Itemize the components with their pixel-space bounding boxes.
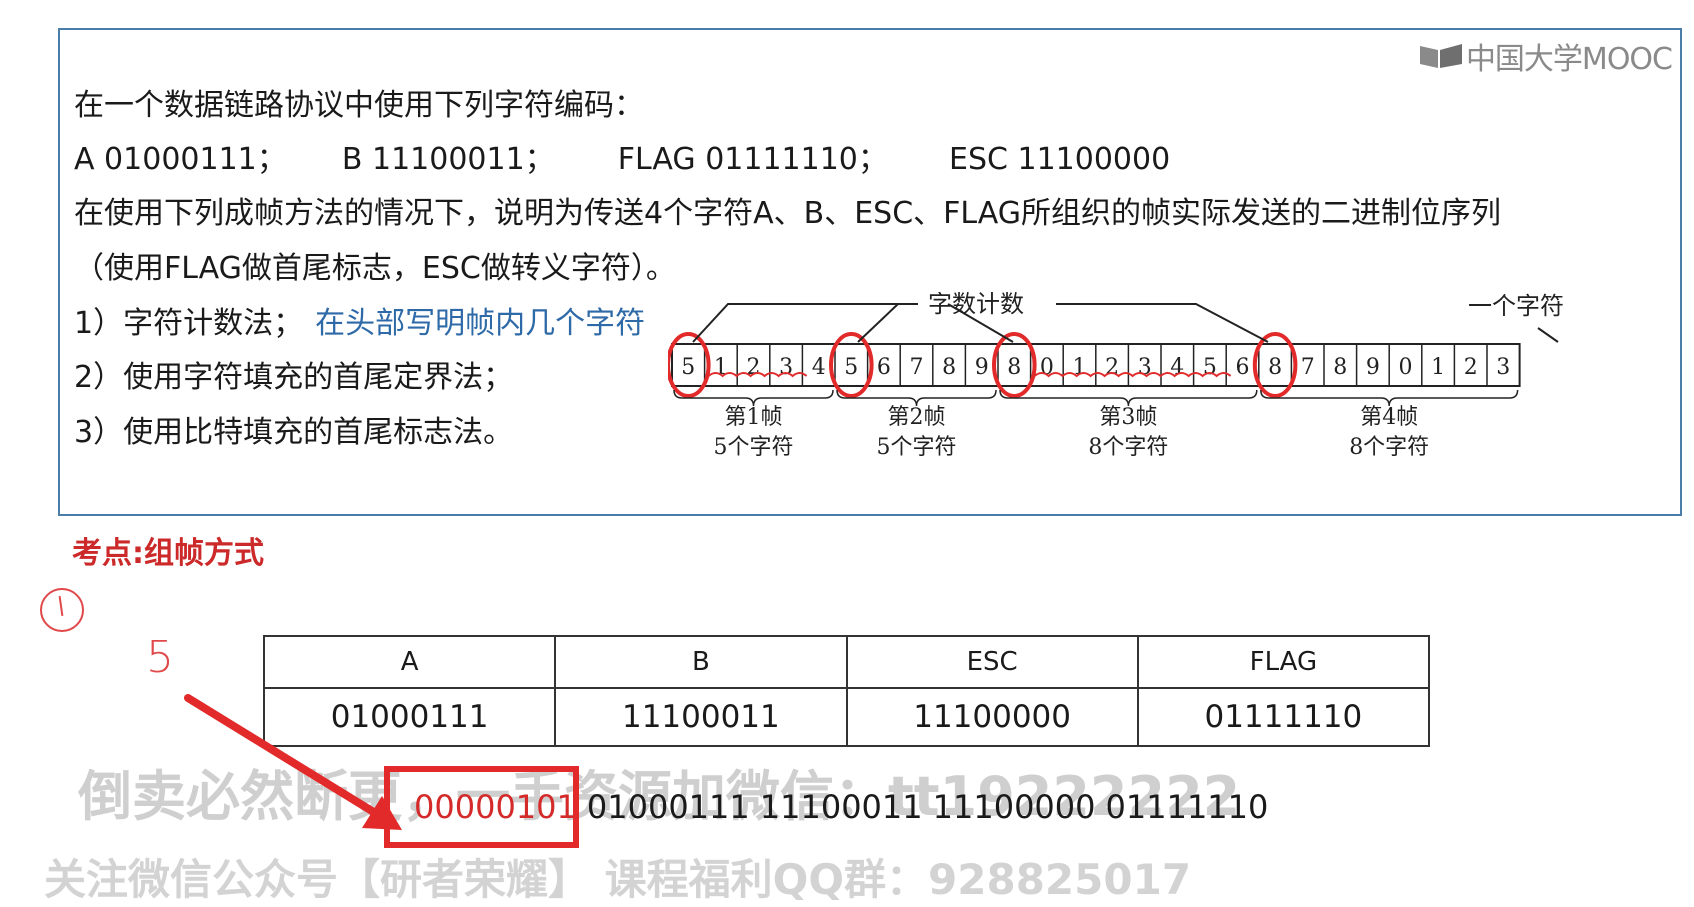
- cell-value: 9: [1366, 355, 1380, 380]
- frame-name: 第2帧: [888, 405, 946, 430]
- code-esc: ESC 11100000: [949, 142, 1171, 177]
- cell-value: 7: [910, 355, 924, 380]
- question-task: 在使用下列成帧方法的情况下，说明为传送4个字符A、B、ESC、FLAG所组织的帧…: [74, 196, 1502, 231]
- cell-value: 2: [747, 355, 761, 380]
- question-note: （使用FLAG做首尾标志，ESC做转义字符）。: [74, 251, 676, 286]
- cell-value: 5: [844, 355, 858, 380]
- frame-count: 5个字符: [877, 435, 957, 460]
- character-count-diagram: 字数计数 一个字符 51234567898012345687890123 第1帧…: [666, 290, 1658, 512]
- cell-value: 6: [877, 355, 891, 380]
- cell-value: 2: [1464, 355, 1478, 380]
- table-header: FLAG: [1136, 635, 1431, 689]
- cell-value: 5: [1203, 355, 1217, 380]
- cell-value: 3: [779, 355, 793, 380]
- frame-name: 第4帧: [1360, 405, 1418, 430]
- code-b: B 11100011；: [341, 142, 555, 177]
- cell-value: 9: [975, 355, 989, 380]
- cell-value: 6: [1236, 355, 1250, 380]
- handwritten-circle-one: [40, 588, 84, 632]
- frame-count: 8个字符: [1349, 435, 1429, 460]
- table-header: A: [262, 635, 557, 689]
- table-cell: 11100011: [554, 687, 848, 747]
- method-note-1: 在头部写明帧内几个字符: [315, 306, 646, 341]
- code-list: A 01000111； B 11100011； FLAG 01111110； E…: [74, 134, 1170, 178]
- cell-value: 4: [1170, 355, 1184, 380]
- cell-value: 8: [1007, 355, 1021, 380]
- cell-value: 3: [1496, 355, 1510, 380]
- mooc-logo: 中国大学MOOC: [1418, 34, 1673, 78]
- cell-value: 0: [1040, 355, 1054, 380]
- cell-value: 8: [1268, 355, 1282, 380]
- table-header-row: A B ESC FLAG: [262, 635, 1431, 689]
- frame-count: 5个字符: [714, 435, 794, 460]
- cell-value: 1: [1431, 355, 1445, 380]
- bits-esc: 11100000: [932, 788, 1096, 826]
- bits-a: 01000111: [586, 788, 750, 826]
- cell-value: 1: [1073, 355, 1087, 380]
- table-header: ESC: [845, 635, 1139, 689]
- question-intro: 在一个数据链路协议中使用下列字符编码：: [74, 88, 644, 123]
- logo-text: 中国大学MOOC: [1465, 42, 1673, 77]
- cell-value: 8: [1333, 355, 1347, 380]
- underline-squiggle: [1033, 372, 1232, 378]
- frame-count: 8个字符: [1088, 435, 1168, 460]
- cell-value: 4: [812, 355, 826, 380]
- table-cell: 11100000: [845, 687, 1139, 747]
- frame-name: 第3帧: [1099, 405, 1157, 430]
- table-row: 01000111 11100011 11100000 01111110: [262, 687, 1431, 747]
- bits-flag: 01111110: [1105, 788, 1269, 826]
- table-cell: 01111110: [1136, 687, 1431, 747]
- method-label-1: 1）字符计数法；: [74, 306, 304, 341]
- cell-value: 1: [714, 355, 728, 380]
- key-point-label: 考点:组帧方式: [72, 536, 264, 571]
- code-a: A 01000111；: [74, 142, 287, 177]
- cell-value: 8: [942, 355, 956, 380]
- bits-b: 11100011: [759, 788, 923, 826]
- cell-value: 0: [1399, 355, 1413, 380]
- right-label: 一个字符: [1468, 292, 1564, 320]
- table-header: B: [554, 635, 848, 689]
- handwritten-five: 5: [146, 632, 174, 683]
- cell-value: 5: [681, 355, 695, 380]
- frame-brace: [999, 389, 1258, 407]
- red-arrow-icon: [184, 694, 402, 830]
- watermark-line-2: 关注微信公众号【研者荣耀】 课程福利QQ群：928825017: [44, 855, 1192, 904]
- encoding-table: A B ESC FLAG 01000111 11100011 11100000 …: [262, 635, 1431, 747]
- frame-brace: [1260, 389, 1519, 407]
- method-item-2: 2）使用字符填充的首尾定界法；: [74, 360, 514, 395]
- method-item-1: 1）字符计数法； 在头部写明帧内几个字符: [74, 298, 645, 342]
- top-label: 字数计数: [928, 292, 1024, 318]
- cell-value: 2: [1105, 355, 1119, 380]
- code-flag: FLAG 01111110；: [617, 142, 888, 177]
- method-item-3: 3）使用比特填充的首尾标志法。: [74, 415, 514, 450]
- frame-name: 第1帧: [725, 405, 783, 430]
- cell-value: 3: [1138, 355, 1152, 380]
- book-icon: [1419, 44, 1462, 68]
- cell-value: 7: [1301, 355, 1315, 380]
